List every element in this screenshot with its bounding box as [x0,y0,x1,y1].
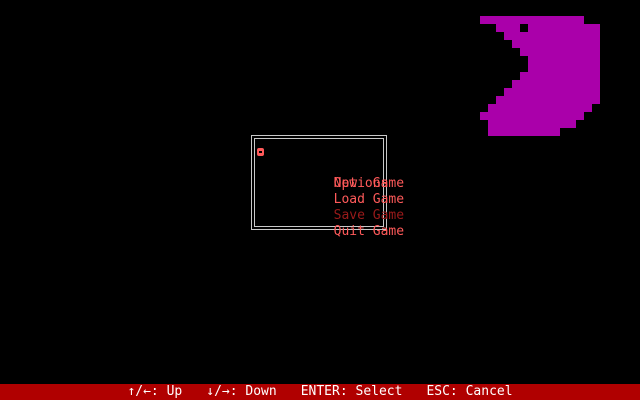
creature-pixel-row [520,72,600,80]
creature-pixel-row [528,64,600,72]
menu-item-options[interactable]: Options [252,160,389,191]
main-menu: New Game Options Load Game Save Game Qui… [251,135,404,239]
menu-item-new-game[interactable]: New Game [252,144,404,191]
hint-cancel: ESC: Cancel [426,384,513,399]
creature-pixel-row [504,88,600,96]
menu-item-save-game: Save Game [252,192,404,223]
hint-down: ↓/→: Down [206,384,277,399]
menu-item-quit-game[interactable]: Quit Game [252,208,404,239]
bullet-cursor-icon [257,148,264,156]
creature-eye-icon [520,24,528,32]
status-bar: ↑/←: Up ↓/→: Down ENTER: Select ESC: Cancel [0,384,640,400]
creature-pixel-row [480,112,584,120]
creature-pixel-row [512,80,600,88]
creature-pixel-row [520,48,600,56]
creature-pixel-row [480,16,584,24]
menu-list: New Game Options Load Game Save Game Qui… [252,144,404,239]
game-screen: New Game Options Load Game Save Game Qui… [0,0,640,400]
creature-pixel-row [528,56,600,64]
hint-select: ENTER: Select [300,384,403,399]
creature-pixel-row [504,32,600,40]
creature-pixel-row [512,40,600,48]
creature-pixel-row [496,24,600,32]
hint-up: ↑/←: Up [127,384,183,399]
menu-item-load-game[interactable]: Load Game [252,176,404,207]
creature-pixel-row [488,120,576,128]
creature-pixel-row [488,128,560,136]
creature-pixel-row [488,104,592,112]
menu-item-label: Quit Game [333,224,405,239]
creature-pixel-row [496,96,600,104]
pacman-creature-icon [480,16,600,136]
